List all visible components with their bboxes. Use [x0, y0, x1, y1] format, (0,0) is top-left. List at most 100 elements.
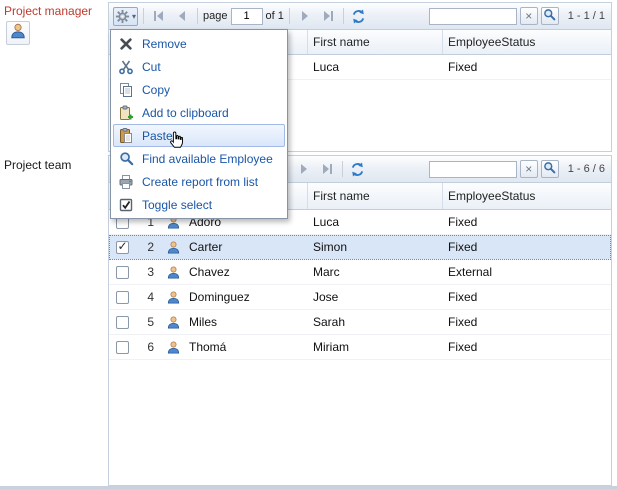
page-label: page — [203, 10, 227, 22]
cell-first-name: Luca — [308, 215, 443, 229]
cell-last-name: Miles — [185, 315, 308, 329]
search-button[interactable] — [541, 7, 559, 25]
cell-row-number: 6 — [135, 340, 161, 354]
menu-item-label: Add to clipboard — [142, 106, 229, 120]
menu-item-remove[interactable]: Remove — [113, 32, 285, 55]
last-page-button[interactable] — [317, 160, 337, 179]
menu-item-label: Create report from list — [142, 175, 258, 189]
table-row[interactable]: 5 Miles Sarah Fixed — [109, 310, 611, 335]
next-page-button[interactable] — [295, 7, 315, 26]
actions-context-menu: Remove Cut Copy Add to clipboard Paste F… — [110, 29, 288, 219]
cell-last-name: Thomá — [185, 340, 308, 354]
search-button[interactable] — [541, 160, 559, 178]
menu-item-copy[interactable]: Copy — [113, 78, 285, 101]
menu-item-label: Cut — [142, 60, 161, 74]
table-row[interactable]: 4 Dominguez Jose Fixed — [109, 285, 611, 310]
toolbar-separator — [197, 8, 198, 24]
chevron-down-icon: ▾ — [132, 12, 136, 21]
last-page-button[interactable] — [318, 7, 338, 26]
clear-search-button[interactable]: × — [520, 7, 538, 25]
cell-row-number: 2 — [135, 240, 161, 254]
project-manager-label: Project manager — [4, 4, 92, 18]
cell-first-name: Simon — [308, 240, 443, 254]
menu-item-add-to-clipboard[interactable]: Add to clipboard — [113, 101, 285, 124]
menu-item-label: Toggle select — [142, 198, 212, 212]
clear-search-button[interactable]: × — [520, 160, 538, 178]
cell-first-name: Luca — [308, 60, 443, 74]
record-range-label: 1 - 6 / 6 — [568, 163, 605, 175]
row-checkbox[interactable] — [116, 316, 129, 329]
row-checkbox[interactable] — [116, 341, 129, 354]
gear-icon — [115, 9, 130, 24]
menu-item-toggle-select[interactable]: Toggle select — [113, 193, 285, 216]
header-cell-status[interactable]: EmployeeStatus — [443, 183, 611, 209]
actions-menu-button[interactable]: ▾ — [113, 7, 138, 26]
next-page-icon — [296, 161, 312, 177]
manager-search-input[interactable] — [429, 8, 517, 25]
table-row[interactable]: 6 Thomá Miriam Fixed — [109, 335, 611, 360]
record-range-label: 1 - 1 / 1 — [568, 10, 605, 22]
search-icon — [543, 161, 556, 177]
toolbar-separator — [342, 161, 343, 177]
cell-first-name: Marc — [308, 265, 443, 279]
cell-row-number: 3 — [135, 265, 161, 279]
header-cell-status[interactable]: EmployeeStatus — [443, 30, 611, 54]
remove-x-icon — [118, 36, 134, 52]
prev-page-icon — [174, 8, 190, 24]
menu-item-label: Paste — [142, 129, 173, 143]
next-page-button[interactable] — [294, 160, 314, 179]
application-window: Project manager Project team ▾ page — [0, 0, 617, 489]
cell-row-number: 4 — [135, 290, 161, 304]
clipboard-add-icon — [118, 105, 134, 121]
prev-page-button[interactable] — [172, 7, 192, 26]
table-row[interactable]: 2 Carter Simon Fixed — [109, 235, 611, 260]
menu-item-label: Remove — [142, 37, 187, 51]
menu-item-label: Find available Employee — [142, 152, 273, 166]
toolbar-separator — [343, 8, 344, 24]
person-icon — [161, 315, 185, 330]
project-team-label: Project team — [4, 158, 71, 172]
table-row[interactable]: 3 Chavez Marc External — [109, 260, 611, 285]
cell-status: Fixed — [443, 315, 611, 329]
page-number-input[interactable] — [231, 8, 263, 25]
last-page-icon — [319, 161, 335, 177]
magnifier-icon — [118, 151, 134, 167]
search-icon — [543, 8, 556, 24]
first-page-button[interactable] — [149, 7, 169, 26]
person-icon — [161, 240, 185, 255]
cell-last-name: Chavez — [185, 265, 308, 279]
last-page-icon — [320, 8, 336, 24]
cell-status: Fixed — [443, 215, 611, 229]
refresh-button[interactable] — [348, 160, 367, 179]
menu-item-find-available-employee[interactable]: Find available Employee — [113, 147, 285, 170]
first-page-icon — [151, 8, 167, 24]
refresh-button[interactable] — [349, 7, 368, 26]
row-checkbox[interactable] — [116, 266, 129, 279]
row-checkbox[interactable] — [116, 241, 129, 254]
copy-icon — [118, 82, 134, 98]
close-icon: × — [525, 9, 532, 23]
printer-icon — [118, 174, 134, 190]
cell-status: External — [443, 265, 611, 279]
header-cell-first-name[interactable]: First name — [308, 183, 443, 209]
page-of-label: of 1 — [266, 10, 284, 22]
cell-last-name: Dominguez — [185, 290, 308, 304]
checkbox-checked-icon — [118, 197, 134, 213]
menu-item-create-report[interactable]: Create report from list — [113, 170, 285, 193]
project-manager-avatar-slot — [6, 21, 30, 45]
team-search-input[interactable] — [429, 161, 517, 178]
cell-first-name: Miriam — [308, 340, 443, 354]
next-page-icon — [297, 8, 313, 24]
person-icon — [9, 22, 27, 45]
manager-toolbar: ▾ page of 1 — [109, 3, 611, 30]
menu-item-cut[interactable]: Cut — [113, 55, 285, 78]
header-cell-first-name[interactable]: First name — [308, 30, 443, 54]
row-checkbox[interactable] — [116, 291, 129, 304]
cell-status: Fixed — [443, 240, 611, 254]
menu-item-paste[interactable]: Paste — [113, 124, 285, 147]
refresh-icon — [350, 162, 365, 177]
person-icon — [161, 340, 185, 355]
cell-status: Fixed — [443, 290, 611, 304]
refresh-icon — [351, 9, 366, 24]
cell-first-name: Sarah — [308, 315, 443, 329]
